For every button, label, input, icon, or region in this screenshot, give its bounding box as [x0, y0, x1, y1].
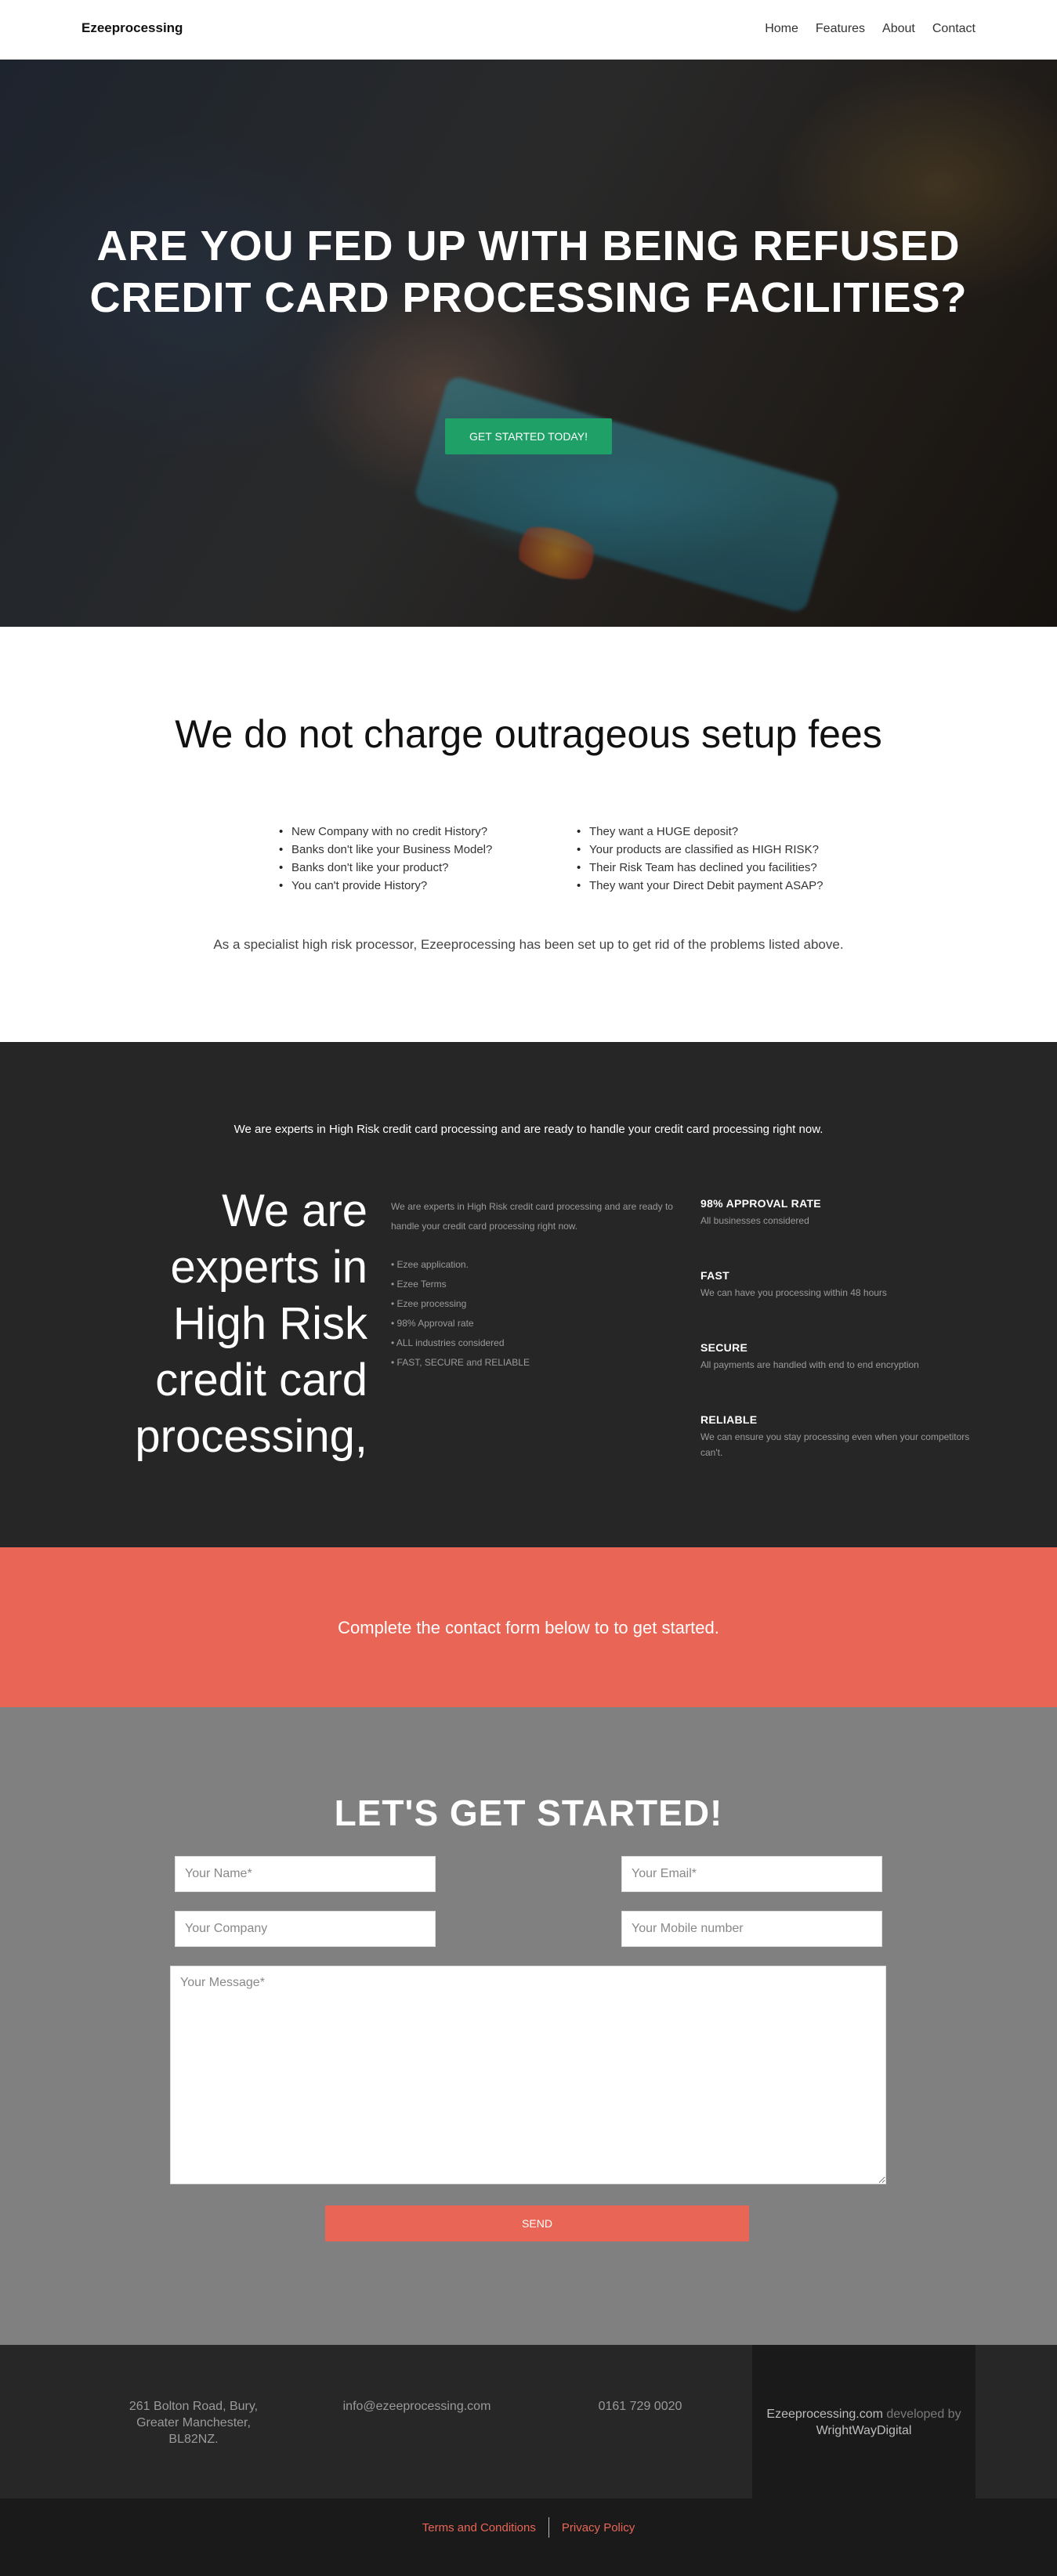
experts-section: We are experts in High Risk credit card … — [0, 1042, 1057, 1547]
setup-note: As a specialist high risk processor, Eze… — [213, 937, 844, 952]
experts-big-heading: We are experts in High Risk credit card … — [135, 1185, 367, 1462]
privacy-link[interactable]: Privacy Policy — [549, 2518, 647, 2538]
feature-title: FAST — [700, 1269, 729, 1282]
feature-fast: FAST We can have you processing within 4… — [700, 1269, 975, 1301]
developer-site-link[interactable]: Ezeeprocessing.com — [766, 2408, 883, 2421]
list-item: You can't provide History? — [279, 877, 545, 895]
nav-links: Home Features About Contact — [765, 22, 976, 36]
feature-approval-rate: 98% APPROVAL RATE All businesses conside… — [700, 1197, 975, 1228]
feature-desc: All businesses considered — [700, 1215, 809, 1226]
footer-email[interactable]: info@ezeeprocessing.com — [331, 2398, 503, 2415]
footer: 261 Bolton Road, Bury, Greater Mancheste… — [0, 2345, 1057, 2498]
list-item: New Company with no credit History? — [279, 823, 545, 841]
footer-address: 261 Bolton Road, Bury, Greater Mancheste… — [129, 2400, 259, 2446]
contact-form-section: LET'S GET STARTED! SEND — [0, 1707, 1057, 2345]
company-field[interactable] — [175, 1911, 436, 1947]
name-field[interactable] — [175, 1856, 436, 1892]
legal-links: Terms and Conditions Privacy Policy — [0, 2517, 1057, 2538]
list-item: They want your Direct Debit payment ASAP… — [577, 877, 827, 895]
developer-credit: Ezeeprocessing.com developed by WrightWa… — [752, 2406, 976, 2439]
list-item: Banks don't like your product? — [279, 859, 545, 877]
list-item: • 98% Approval rate — [391, 1318, 474, 1329]
contact-banner-text: Complete the contact form below to to ge… — [338, 1618, 719, 1637]
list-item: • Ezee processing — [391, 1298, 467, 1309]
legal-bar: Terms and Conditions Privacy Policy — [0, 2498, 1057, 2576]
nav-link-about[interactable]: About — [882, 22, 915, 36]
developer-credit-text: developed by — [882, 2408, 961, 2421]
experts-bullet-list: • Ezee application. • Ezee Terms • Ezee … — [391, 1255, 530, 1373]
feature-desc: We can have you processing within 48 hou… — [700, 1287, 887, 1298]
mobile-field[interactable] — [621, 1911, 882, 1947]
get-started-button[interactable]: GET STARTED TODAY! — [445, 418, 612, 454]
footer-developer-block: Ezeeprocessing.com developed by WrightWa… — [752, 2345, 976, 2498]
setup-fees-section: We do not charge outrageous setup fees N… — [0, 627, 1057, 1042]
top-nav: Ezeeprocessing Home Features About Conta… — [0, 0, 1057, 60]
nav-link-contact[interactable]: Contact — [932, 22, 976, 36]
list-item: They want a HUGE deposit? — [577, 823, 827, 841]
nav-link-home[interactable]: Home — [765, 22, 798, 36]
footer-phone[interactable]: 0161 729 0020 — [570, 2398, 711, 2415]
setup-heading: We do not charge outrageous setup fees — [175, 712, 882, 756]
send-button[interactable]: SEND — [325, 2205, 749, 2241]
email-field[interactable] — [621, 1856, 882, 1892]
hero-heading: ARE YOU FED UP WITH BEING REFUSED CREDIT… — [89, 223, 968, 321]
list-item: • Ezee Terms — [391, 1279, 447, 1290]
list-item: Their Risk Team has declined you facilit… — [577, 859, 827, 877]
experts-description: We are experts in High Risk credit card … — [391, 1201, 673, 1232]
contact-banner: Complete the contact form below to to ge… — [0, 1547, 1057, 1707]
message-field[interactable] — [170, 1966, 886, 2184]
problems-list-left: New Company with no credit History? Bank… — [279, 823, 545, 895]
feature-desc: All payments are handled with end to end… — [700, 1359, 919, 1370]
feature-secure: SECURE All payments are handled with end… — [700, 1341, 975, 1373]
list-item: Your products are classified as HIGH RIS… — [577, 841, 827, 859]
brand-logo-text[interactable]: Ezeeprocessing — [81, 20, 183, 36]
list-item: • Ezee application. — [391, 1259, 469, 1270]
hero-overlay — [0, 60, 1057, 627]
feature-title: 98% APPROVAL RATE — [700, 1197, 821, 1210]
feature-reliable: RELIABLE We can ensure you stay processi… — [700, 1413, 975, 1460]
list-item: • FAST, SECURE and RELIABLE — [391, 1357, 530, 1368]
nav-link-features[interactable]: Features — [816, 22, 865, 36]
list-item: Banks don't like your Business Model? — [279, 841, 545, 859]
problems-list-right: They want a HUGE deposit? Your products … — [577, 823, 827, 895]
list-item: • ALL industries considered — [391, 1337, 505, 1348]
feature-title: RELIABLE — [700, 1413, 758, 1426]
terms-link[interactable]: Terms and Conditions — [410, 2518, 548, 2538]
feature-title: SECURE — [700, 1341, 748, 1354]
feature-desc: We can ensure you stay processing even w… — [700, 1431, 970, 1458]
form-heading: LET'S GET STARTED! — [334, 1793, 723, 1833]
experts-intro: We are experts in High Risk credit card … — [233, 1123, 824, 1136]
developer-name-link[interactable]: WrightWayDigital — [816, 2424, 912, 2437]
hero-section: ARE YOU FED UP WITH BEING REFUSED CREDIT… — [0, 60, 1057, 627]
